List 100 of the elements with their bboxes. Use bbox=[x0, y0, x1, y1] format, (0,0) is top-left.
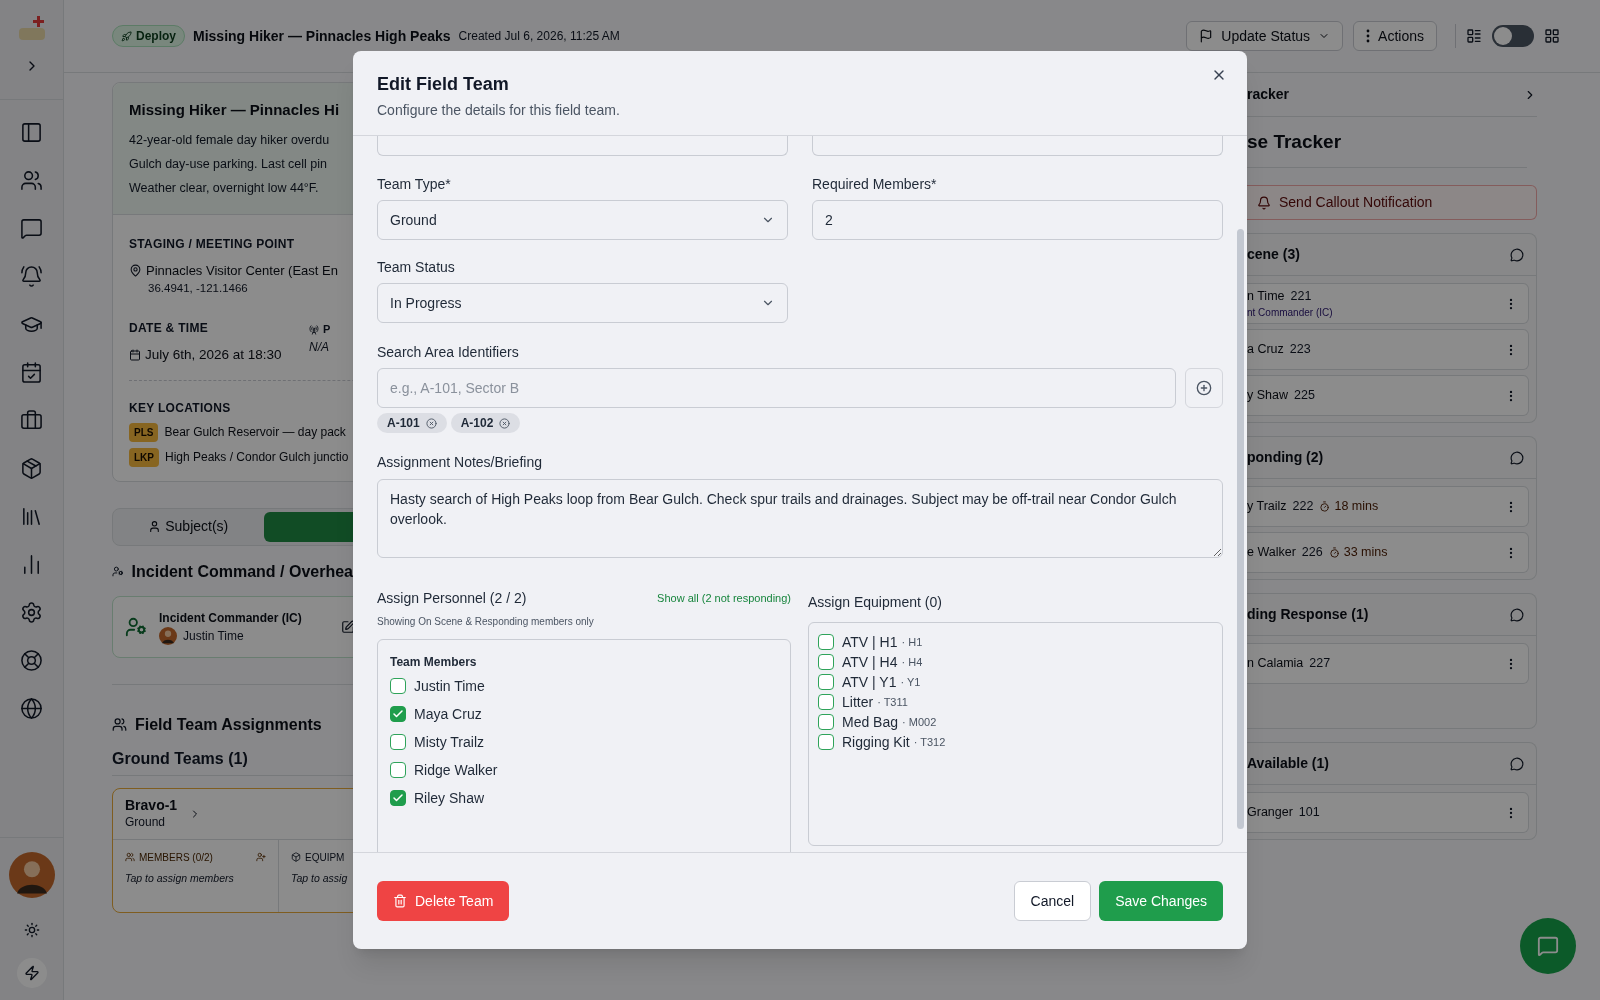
member-row[interactable]: y Trailz 222 18 mins bbox=[1247, 486, 1529, 527]
avatar bbox=[8, 852, 55, 898]
deploy-badge: Deploy bbox=[112, 25, 185, 47]
list-view-icon[interactable] bbox=[1466, 28, 1482, 44]
group-title: ding Response (1) bbox=[1247, 605, 1369, 624]
checkbox[interactable] bbox=[818, 694, 834, 710]
checkbox[interactable] bbox=[818, 634, 834, 650]
input-field[interactable] bbox=[377, 136, 788, 156]
briefcase-icon[interactable] bbox=[20, 409, 43, 432]
required-members-input[interactable]: 2 bbox=[812, 200, 1223, 240]
save-button[interactable]: Save Changes bbox=[1099, 881, 1223, 921]
team-type-select[interactable]: Ground bbox=[377, 200, 788, 240]
equipment-name: Rigging Kit bbox=[842, 732, 910, 752]
member-role: nt Commander (IC) bbox=[1247, 306, 1333, 321]
chat-button[interactable] bbox=[1520, 918, 1576, 974]
checkbox[interactable] bbox=[818, 654, 834, 670]
group-title: ponding (2) bbox=[1247, 448, 1324, 467]
member-row[interactable]: n Time 221 nt Commander (IC) bbox=[1247, 283, 1529, 324]
incident-date: July 6th, 2026 at 18:30 bbox=[145, 346, 282, 365]
member-row[interactable]: n Calamia 227 bbox=[1247, 643, 1529, 684]
member-number: 227 bbox=[1309, 655, 1331, 673]
incident-description: 42-year-old female day hiker overdu Gulch day-use parking. Last cell pin Weather clear, overnight low 44°F. bbox=[129, 131, 331, 197]
bolt-icon bbox=[23, 965, 40, 981]
member-number: 223 bbox=[1289, 341, 1311, 359]
message-icon[interactable] bbox=[1510, 607, 1524, 622]
checkbox[interactable] bbox=[390, 734, 406, 750]
callout-button[interactable]: Send Callout Notification bbox=[1247, 185, 1537, 220]
eta: 33 mins bbox=[1343, 544, 1388, 562]
remove-icon[interactable] bbox=[425, 417, 437, 429]
team-status-select[interactable]: In Progress bbox=[377, 283, 788, 323]
panel-icon[interactable] bbox=[20, 121, 43, 144]
add-user-icon[interactable] bbox=[256, 852, 266, 862]
eta: 18 mins bbox=[1334, 498, 1379, 516]
member-name: y Trailz bbox=[1247, 498, 1287, 516]
trash-icon bbox=[393, 894, 407, 908]
notes-textarea[interactable]: Hasty search of High Peaks loop from Bear Gulch. Check spur trails and drainages. Subject may be off-trail near Condor Gulch overlook. bbox=[377, 479, 1223, 558]
bell-icon[interactable] bbox=[20, 265, 43, 288]
section-label: KEY LOCATIONS bbox=[129, 399, 232, 417]
remove-icon[interactable] bbox=[499, 417, 511, 429]
life-buoy-icon[interactable] bbox=[20, 649, 43, 672]
equipment-hint: Tap to assig bbox=[291, 870, 348, 886]
globe-icon[interactable] bbox=[20, 697, 43, 720]
checkbox[interactable] bbox=[390, 678, 406, 694]
checkbox[interactable] bbox=[390, 706, 406, 722]
group-title: Available (1) bbox=[1247, 754, 1329, 773]
section-label: DATE & TIME bbox=[129, 320, 210, 338]
library-icon[interactable] bbox=[20, 505, 43, 528]
area-tag: A-101 bbox=[377, 413, 447, 433]
user-cog-icon bbox=[125, 615, 147, 638]
section-heading: Incident Command / Overhea bbox=[131, 561, 353, 582]
tracker-link[interactable]: racker bbox=[1247, 84, 1290, 105]
member-name: e Walker bbox=[1247, 544, 1296, 562]
member-row[interactable]: Granger 101 bbox=[1247, 792, 1529, 833]
edit-icon[interactable] bbox=[341, 619, 353, 634]
cancel-button[interactable]: Cancel bbox=[1013, 881, 1092, 921]
avatar bbox=[159, 626, 177, 645]
actions-button[interactable]: Actions bbox=[1353, 21, 1437, 51]
delete-button[interactable]: Delete Team bbox=[377, 881, 510, 921]
bolt-button[interactable] bbox=[16, 958, 47, 988]
add-button[interactable] bbox=[1185, 368, 1223, 408]
scrollbar[interactable] bbox=[1237, 229, 1244, 829]
view-toggle[interactable] bbox=[1492, 25, 1534, 47]
theme-icon[interactable] bbox=[23, 922, 40, 938]
checkbox[interactable] bbox=[390, 790, 406, 806]
message-icon[interactable] bbox=[1510, 247, 1524, 262]
grid-view-icon[interactable] bbox=[1544, 28, 1560, 44]
person-name: Justin Time bbox=[183, 627, 244, 645]
timer-icon bbox=[1328, 547, 1340, 558]
message-icon[interactable] bbox=[20, 217, 43, 240]
location-text: High Peaks / Condor Gulch junctio bbox=[165, 449, 349, 466]
field-label: Team Status bbox=[377, 258, 456, 277]
package-icon[interactable] bbox=[20, 457, 43, 480]
team-type: Ground bbox=[125, 813, 167, 831]
member-row[interactable]: y Shaw 225 bbox=[1247, 375, 1529, 416]
checkbox[interactable] bbox=[818, 674, 834, 690]
member-row[interactable]: e Walker 226 33 mins bbox=[1247, 532, 1529, 573]
equipment-name: Med Bag bbox=[842, 712, 899, 732]
member-number: 222 bbox=[1292, 498, 1314, 516]
checkbox[interactable] bbox=[818, 714, 834, 730]
message-icon[interactable] bbox=[1510, 756, 1524, 771]
more-icon bbox=[1366, 29, 1371, 43]
location-tag: PLS bbox=[129, 422, 159, 442]
member-row[interactable]: a Cruz 223 bbox=[1247, 329, 1529, 370]
input-field[interactable] bbox=[812, 136, 1223, 156]
message-icon[interactable] bbox=[1510, 450, 1524, 465]
plus-icon bbox=[1196, 380, 1212, 396]
update-status-button[interactable]: Update Status bbox=[1186, 21, 1344, 51]
show-all-link[interactable]: Show all (2 not responding) bbox=[657, 589, 791, 607]
dialog-subtitle: Configure the details for this field team. bbox=[377, 101, 620, 120]
member-name: n Time bbox=[1247, 287, 1285, 305]
calendar-icon[interactable] bbox=[20, 361, 43, 384]
search-area-input[interactable]: e.g., A-101, Sector B bbox=[377, 368, 1176, 408]
flag-icon bbox=[1199, 29, 1214, 43]
users-icon[interactable] bbox=[20, 169, 43, 192]
checkbox[interactable] bbox=[818, 734, 834, 750]
incident-heading: Missing Hiker — Pinnacles Hi bbox=[129, 100, 341, 120]
member-name: Riley Shaw bbox=[414, 788, 485, 808]
settings-icon[interactable] bbox=[20, 601, 43, 624]
calendar-icon bbox=[129, 349, 141, 362]
checkbox[interactable] bbox=[390, 762, 406, 778]
